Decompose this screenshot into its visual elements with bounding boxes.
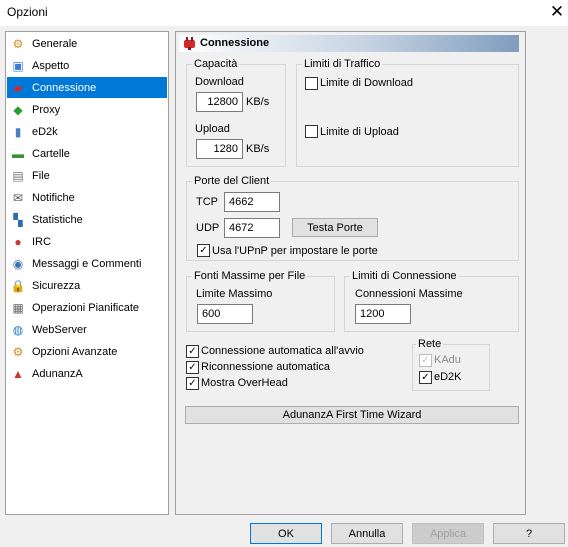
sidebar-item-label: Opzioni Avanzate bbox=[32, 345, 118, 358]
sidebar-item-opzioni-avanzate[interactable]: ⚙ Opzioni Avanzate bbox=[7, 341, 167, 362]
sidebar-item-label: Sicurezza bbox=[32, 279, 81, 292]
kadu-checkbox[interactable]: ✓ bbox=[419, 354, 432, 367]
upload-capacity-input[interactable]: 1280 bbox=[196, 139, 243, 159]
max-sources-group-label: Fonti Massime per File bbox=[192, 270, 308, 282]
sidebar-item-statistiche[interactable]: ▚ Statistiche bbox=[7, 209, 167, 230]
cancel-button[interactable]: Annulla bbox=[331, 523, 403, 544]
upload-limit-checkbox[interactable] bbox=[305, 125, 318, 138]
ok-button[interactable]: OK bbox=[250, 523, 322, 544]
kadu-label: KAdu bbox=[434, 354, 461, 366]
sidebar-item-label: AdunanzA bbox=[32, 367, 83, 380]
sidebar-item-cartelle[interactable]: ▬ Cartelle bbox=[7, 143, 167, 164]
messages-icon: ◉ bbox=[12, 256, 24, 271]
network-group-label: Rete bbox=[416, 338, 444, 350]
appearance-icon: ▣ bbox=[12, 58, 24, 73]
sidebar-item-label: Messaggi e Commenti bbox=[32, 257, 142, 270]
ed2k-label: eD2K bbox=[434, 371, 462, 383]
client-ports-group-label: Porte del Client bbox=[192, 175, 272, 187]
upload-limit-label: Limite di Upload bbox=[320, 126, 399, 138]
sidebar-item-label: Aspetto bbox=[32, 59, 70, 72]
download-unit: KB/s bbox=[246, 96, 270, 108]
test-ports-button[interactable]: Testa Porte bbox=[292, 218, 378, 237]
file-icon: ▤ bbox=[12, 168, 24, 183]
lock-icon: 🔒 bbox=[10, 278, 26, 293]
udp-port-input[interactable]: 4672 bbox=[224, 218, 280, 238]
sidebar-item-adunanza[interactable]: ▲ AdunanzA bbox=[7, 363, 167, 384]
sidebar-item-label: IRC bbox=[32, 235, 51, 248]
sidebar-item-sicurezza[interactable]: 🔒 Sicurezza bbox=[7, 275, 167, 296]
auto-reconnect-checkbox[interactable]: ✓ bbox=[186, 361, 199, 374]
connection-limits-group-label: Limiti di Connessione bbox=[350, 270, 459, 282]
adunanza-icon: ▲ bbox=[12, 366, 24, 381]
plug-icon bbox=[182, 36, 197, 51]
ed2k-icon: ▮ bbox=[14, 124, 22, 139]
plug-icon: ▰ bbox=[13, 80, 23, 95]
sidebar-item-label: eD2k bbox=[32, 125, 58, 138]
sidebar-item-label: Generale bbox=[32, 37, 78, 50]
options-category-list[interactable]: ⚙ Generale ▣ Aspetto ▰ Connessione ◆ Proxy ▮ eD2k… bbox=[5, 31, 169, 515]
sidebar-item-label: Statistiche bbox=[32, 213, 83, 226]
udp-label: UDP bbox=[196, 222, 220, 234]
sidebar-item-label: Operazioni Pianificate bbox=[32, 301, 140, 314]
globe-icon: ◍ bbox=[12, 322, 24, 337]
statistics-icon: ▚ bbox=[13, 212, 23, 227]
advanced-gear-icon: ⚙ bbox=[12, 344, 24, 359]
download-limit-checkbox[interactable] bbox=[305, 77, 318, 90]
max-sources-input[interactable]: 600 bbox=[197, 304, 253, 324]
sidebar-item-operazioni-pianificate[interactable]: ▦ Operazioni Pianificate bbox=[7, 297, 167, 318]
calendar-icon: ▦ bbox=[12, 300, 24, 315]
upload-label: Upload bbox=[195, 123, 230, 135]
sidebar-item-label: File bbox=[32, 169, 50, 182]
sidebar-item-label: Proxy bbox=[32, 103, 61, 116]
auto-reconnect-label: Riconnessione automatica bbox=[201, 361, 331, 373]
title-bar bbox=[0, 0, 568, 26]
download-label: Download bbox=[195, 76, 244, 88]
sidebar-item-generale[interactable]: ⚙ Generale bbox=[7, 33, 167, 54]
download-limit-label: Limite di Download bbox=[320, 77, 413, 89]
window-title: Opzioni bbox=[7, 5, 48, 19]
max-connections-label: Connessioni Massime bbox=[355, 288, 463, 300]
sidebar-item-file[interactable]: ▤ File bbox=[7, 165, 167, 186]
sidebar-item-label: Connessione bbox=[32, 81, 97, 94]
upnp-checkbox[interactable]: ✓ bbox=[197, 244, 210, 257]
sidebar-item-proxy[interactable]: ◆ Proxy bbox=[7, 99, 167, 120]
traffic-limits-group-label: Limiti di Traffico bbox=[302, 58, 383, 70]
download-capacity-input[interactable]: 12800 bbox=[196, 92, 243, 112]
apply-button[interactable]: Applica bbox=[412, 523, 484, 544]
max-connections-input[interactable]: 1200 bbox=[355, 304, 411, 324]
sidebar-item-label: Cartelle bbox=[32, 147, 70, 160]
sidebar-item-messaggi-e-commenti[interactable]: ◉ Messaggi e Commenti bbox=[7, 253, 167, 274]
notification-icon: ✉ bbox=[12, 190, 24, 205]
folder-icon: ▬ bbox=[12, 146, 24, 161]
sidebar-item-irc[interactable]: ● IRC bbox=[7, 231, 167, 252]
auto-connect-label: Connessione automatica all'avvio bbox=[201, 345, 364, 357]
tcp-label: TCP bbox=[196, 196, 218, 208]
ed2k-checkbox[interactable]: ✓ bbox=[419, 371, 432, 384]
sidebar-item-notifiche[interactable]: ✉ Notifiche bbox=[7, 187, 167, 208]
sidebar-item-label: WebServer bbox=[32, 323, 87, 336]
irc-icon: ● bbox=[14, 234, 22, 249]
sidebar-item-connessione[interactable]: ▰ Connessione bbox=[7, 77, 167, 98]
proxy-icon: ◆ bbox=[13, 102, 23, 117]
upload-unit: KB/s bbox=[246, 143, 270, 155]
upnp-label: Usa l'UPnP per impostare le porte bbox=[212, 245, 378, 257]
show-overhead-checkbox[interactable]: ✓ bbox=[186, 377, 199, 390]
sidebar-item-webserver[interactable]: ◍ WebServer bbox=[7, 319, 167, 340]
show-overhead-label: Mostra OverHead bbox=[201, 377, 288, 389]
capacity-group-label: Capacità bbox=[192, 58, 240, 70]
tcp-port-input[interactable]: 4662 bbox=[224, 192, 280, 212]
sidebar-item-ed2k[interactable]: ▮ eD2k bbox=[7, 121, 167, 142]
sidebar-item-aspetto[interactable]: ▣ Aspetto bbox=[7, 55, 167, 76]
max-limit-label: Limite Massimo bbox=[196, 288, 273, 300]
close-icon[interactable]: ✕ bbox=[548, 2, 566, 22]
gear-icon: ⚙ bbox=[12, 36, 24, 51]
sidebar-item-label: Notifiche bbox=[32, 191, 75, 204]
first-time-wizard-button[interactable]: AdunanzA First Time Wizard bbox=[185, 406, 519, 424]
help-button[interactable]: ? bbox=[493, 523, 565, 544]
auto-connect-checkbox[interactable]: ✓ bbox=[186, 345, 199, 358]
panel-title: Connessione bbox=[200, 37, 270, 49]
